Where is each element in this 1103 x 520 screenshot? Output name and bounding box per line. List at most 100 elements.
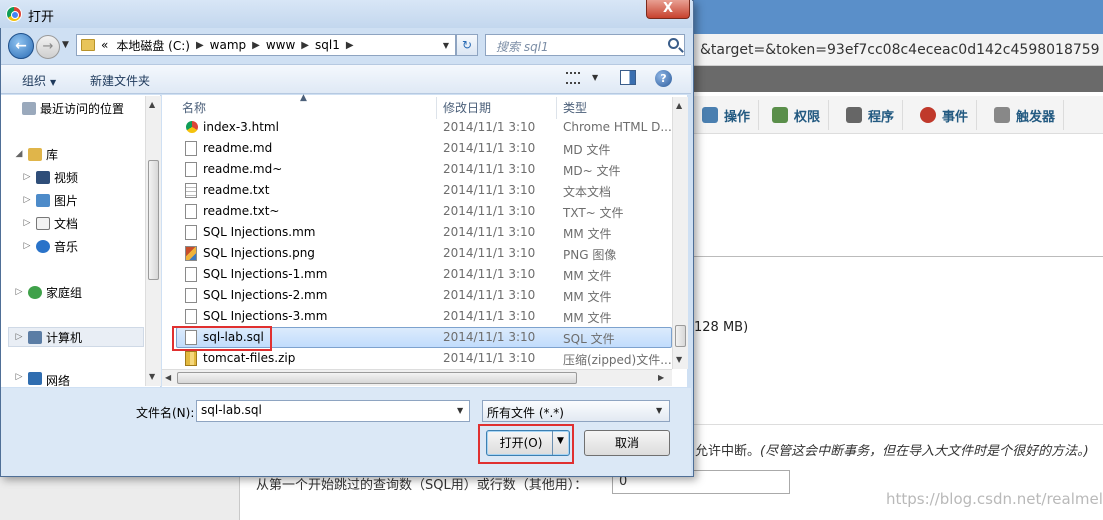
expand-arrow-icon[interactable]: ▷ (22, 241, 32, 251)
horizontal-scroll-thumb[interactable] (177, 372, 577, 384)
file-type: MM 文件 (563, 227, 612, 241)
file-row[interactable]: readme.txt 2014/11/1 3:10 文本文档 (176, 180, 672, 201)
file-row[interactable]: readme.txt~ 2014/11/1 3:10 TXT~ 文件 (176, 201, 672, 222)
search-icon[interactable] (668, 38, 679, 49)
preview-pane-icon[interactable] (620, 70, 636, 85)
file-name: SQL Injections.png (203, 246, 315, 260)
scroll-left-icon[interactable]: ◀ (165, 373, 171, 382)
vertical-scroll-thumb[interactable] (675, 325, 686, 347)
breadcrumb-separator-icon[interactable]: ▶ (252, 40, 260, 51)
scroll-up-icon[interactable]: ▲ (676, 101, 682, 110)
address-bar[interactable]: « 本地磁盘 (C:) ▶ wamp ▶ www ▶ sql1 ▶ ▼ (76, 34, 456, 56)
browser-url-text[interactable]: &target=&token=93ef7cc08c4eceac0d142c459… (700, 42, 1100, 58)
expand-arrow-icon[interactable]: ▷ (22, 218, 32, 228)
chevron-down-icon[interactable]: ▼ (656, 406, 662, 415)
nav-item-music[interactable]: ▷ 音乐 (22, 236, 78, 256)
nav-item-homegroup[interactable]: ▷ 家庭组 (14, 282, 82, 302)
expand-arrow-icon[interactable]: ▷ (14, 287, 24, 297)
tab-routines[interactable]: 程序 (838, 100, 904, 130)
collapse-arrow-icon[interactable]: ◢ (14, 149, 24, 159)
breadcrumb-drive[interactable]: 本地磁盘 (C:) (116, 37, 190, 54)
breadcrumb-wamp[interactable]: wamp (210, 38, 246, 52)
nav-item-label: 计算机 (46, 330, 83, 345)
column-divider[interactable] (436, 97, 437, 119)
new-folder-button[interactable]: 新建文件夹 (90, 72, 150, 89)
file-row[interactable]: SQL Injections.mm 2014/11/1 3:10 MM 文件 (176, 222, 672, 243)
filename-input[interactable]: sql-lab.sql (196, 400, 470, 422)
history-dropdown[interactable]: ▼ (62, 40, 69, 50)
address-overflow[interactable]: « (101, 38, 108, 52)
address-dropdown-icon[interactable]: ▼ (443, 41, 449, 50)
tab-privileges[interactable]: 权限 (764, 100, 830, 130)
nav-item-recent[interactable]: 最近访问的位置 (22, 98, 124, 118)
refresh-button[interactable]: ↻ (456, 34, 478, 56)
nav-item-label: 视频 (54, 170, 79, 185)
scroll-down-icon[interactable]: ▼ (149, 372, 155, 381)
expand-arrow-icon[interactable]: ▷ (14, 372, 24, 382)
search-input[interactable]: 搜索 sql1 (485, 34, 685, 56)
cancel-button[interactable]: 取消 (584, 430, 670, 456)
file-list-vertical-scrollbar[interactable]: ▲ ▼ (672, 97, 688, 369)
file-type: MM 文件 (563, 269, 612, 283)
expand-arrow-icon[interactable]: ▷ (22, 195, 32, 205)
organize-button[interactable]: 组织 ▼ (22, 72, 56, 89)
scroll-up-icon[interactable]: ▲ (149, 100, 155, 109)
help-icon[interactable]: ? (655, 70, 672, 87)
breadcrumb-separator-icon[interactable]: ▶ (301, 40, 309, 51)
nav-scrollbar[interactable]: ▲ ▼ (145, 96, 161, 386)
file-row[interactable]: readme.md 2014/11/1 3:10 MD 文件 (176, 138, 672, 159)
nav-item-videos[interactable]: ▷ 视频 (22, 167, 78, 187)
forward-button[interactable]: → (36, 35, 60, 59)
file-name: index-3.html (203, 120, 279, 134)
column-header-date[interactable]: 修改日期 (443, 99, 491, 117)
tab-routines-label: 程序 (868, 109, 895, 125)
file-date: 2014/11/1 3:10 (443, 246, 536, 260)
tab-triggers[interactable]: 触发器 (986, 100, 1065, 130)
file-row[interactable]: SQL Injections-2.mm 2014/11/1 3:10 MM 文件 (176, 285, 672, 306)
file-name: readme.txt (203, 183, 270, 197)
breadcrumb-separator-icon[interactable]: ▶ (346, 40, 354, 51)
filetype-select[interactable]: 所有文件 (*.*) (482, 400, 670, 422)
chevron-down-icon[interactable]: ▼ (457, 406, 463, 415)
file-date: 2014/11/1 3:10 (443, 141, 536, 155)
file-row[interactable]: readme.md~ 2014/11/1 3:10 MD~ 文件 (176, 159, 672, 180)
close-button[interactable]: X (646, 0, 690, 19)
file-row[interactable]: tomcat-files.zip 2014/11/1 3:10 压缩(zippe… (176, 348, 672, 369)
nav-item-libraries[interactable]: ◢ 库 (14, 144, 58, 164)
file-row[interactable]: SQL Injections-1.mm 2014/11/1 3:10 MM 文件 (176, 264, 672, 285)
image-file-icon (185, 246, 197, 261)
nav-scroll-thumb[interactable] (148, 160, 159, 280)
breadcrumb-sql1[interactable]: sql1 (315, 38, 340, 52)
nav-item-computer[interactable]: ▷ 计算机 (8, 327, 144, 347)
view-options-icon[interactable] (566, 72, 580, 84)
column-divider[interactable] (556, 97, 557, 119)
dialog-titlebar[interactable] (0, 0, 692, 28)
file-type: SQL 文件 (563, 332, 615, 346)
file-list-horizontal-scrollbar[interactable]: ◀ ▶ (162, 369, 672, 386)
breadcrumb-www[interactable]: www (266, 38, 295, 52)
file-type: PNG 图像 (563, 248, 617, 262)
column-header-type[interactable]: 类型 (563, 99, 587, 117)
file-date: 2014/11/1 3:10 (443, 330, 536, 344)
back-button[interactable]: ← (8, 33, 34, 59)
tab-events[interactable]: 事件 (912, 100, 978, 130)
scroll-down-icon[interactable]: ▼ (676, 355, 682, 364)
library-icon (28, 147, 42, 161)
file-row[interactable]: SQL Injections.png 2014/11/1 3:10 PNG 图像 (176, 243, 672, 264)
breadcrumb-separator-icon[interactable]: ▶ (196, 40, 204, 51)
file-row[interactable]: index-3.html 2014/11/1 3:10 Chrome HTML … (176, 117, 672, 138)
scroll-right-icon[interactable]: ▶ (658, 373, 664, 382)
nav-item-documents[interactable]: ▷ 文档 (22, 213, 78, 233)
search-placeholder: 搜索 sql1 (496, 40, 549, 54)
nav-item-network[interactable]: ▷ 网络 (14, 372, 70, 386)
column-header-name[interactable]: 名称 (182, 99, 206, 117)
nav-item-pictures[interactable]: ▷ 图片 (22, 190, 78, 210)
file-date: 2014/11/1 3:10 (443, 120, 536, 134)
expand-arrow-icon[interactable]: ▷ (14, 332, 24, 342)
video-icon (36, 170, 50, 184)
file-name: SQL Injections-1.mm (203, 267, 328, 281)
view-dropdown-icon[interactable]: ▼ (592, 73, 598, 82)
expand-arrow-icon[interactable]: ▷ (22, 172, 32, 182)
file-row[interactable]: SQL Injections-3.mm 2014/11/1 3:10 MM 文件 (176, 306, 672, 327)
tab-operations[interactable]: 操作 (694, 100, 760, 130)
